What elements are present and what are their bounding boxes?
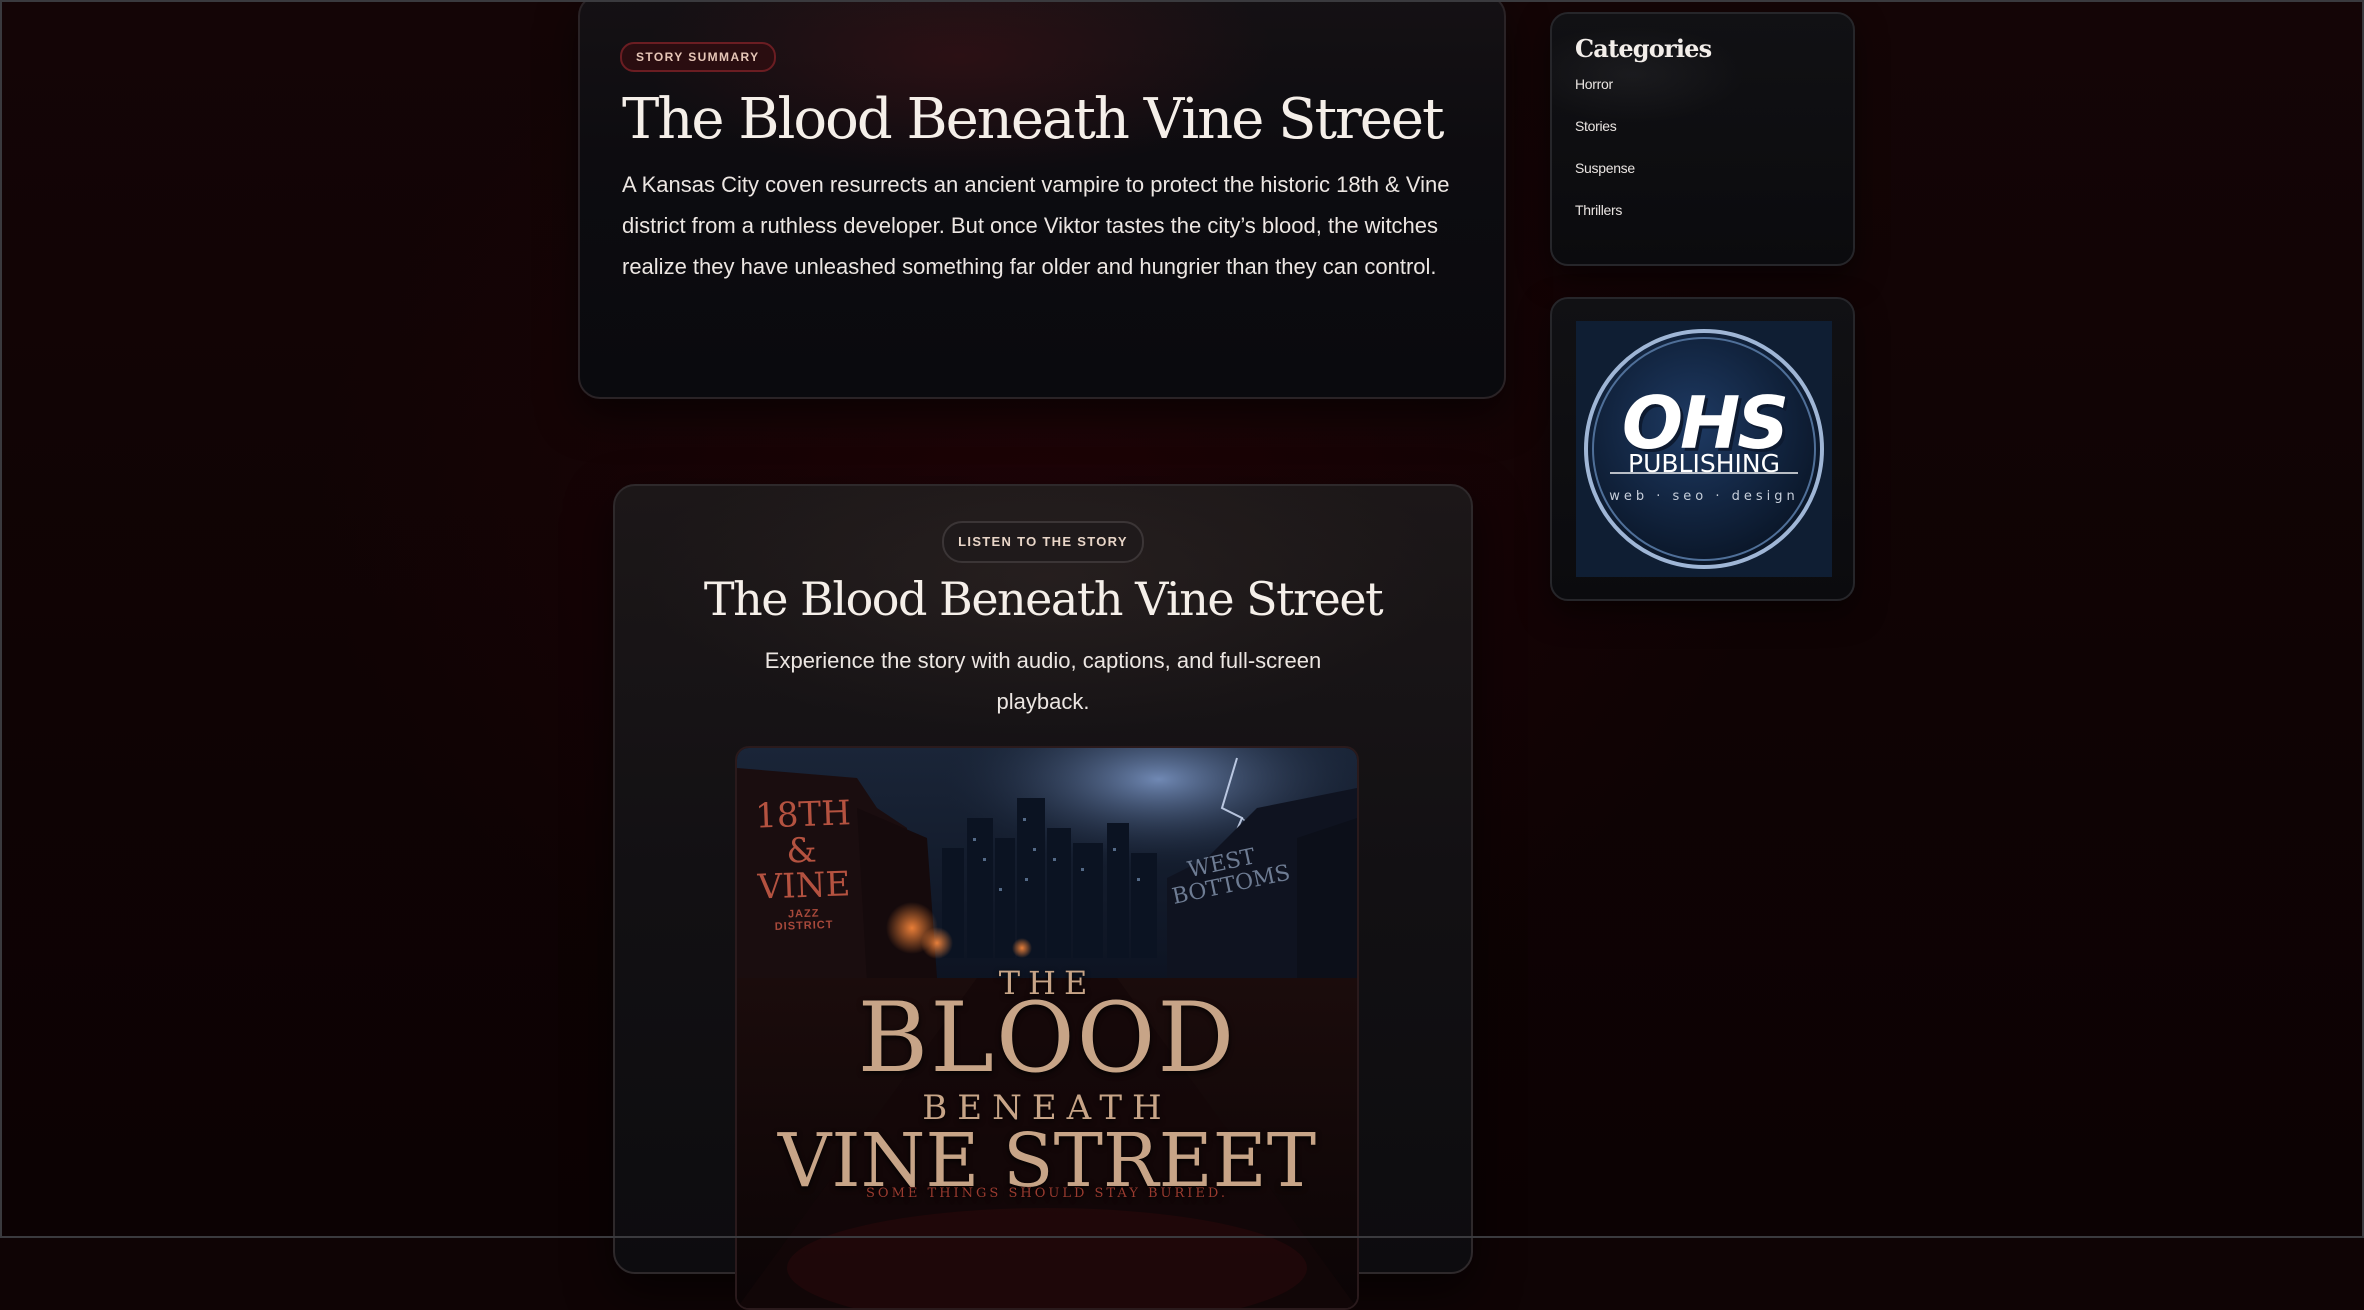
ohs-publishing-logo[interactable]: OHS PUBLISHING web · seo · design <box>1576 321 1832 577</box>
list-item: Horror <box>1575 73 1853 115</box>
logo-tagline-text: web · seo · design <box>1609 489 1799 504</box>
cover-title-blood: BLOOD <box>857 982 1237 1094</box>
story-summary-card: STORY SUMMARY The Blood Beneath Vine Str… <box>578 0 1506 399</box>
story-summary-text: A Kansas City coven resurrects an ancien… <box>622 172 1450 280</box>
cover-sign-line: 18TH <box>754 793 852 837</box>
category-link-suspense[interactable]: Suspense <box>1575 160 1635 176</box>
category-link-stories[interactable]: Stories <box>1575 118 1617 134</box>
list-item: Suspense <box>1575 157 1853 199</box>
list-item: Stories <box>1575 115 1853 157</box>
cover-sign-line: VINE <box>757 864 851 908</box>
publisher-logo-widget: OHS PUBLISHING web · seo · design <box>1550 297 1855 601</box>
story-summary-badge: STORY SUMMARY <box>620 42 776 72</box>
categories-list: Horror Stories Suspense Thrillers <box>1575 73 1853 241</box>
listen-title: The Blood Beneath Vine Street <box>703 572 1384 626</box>
cover-sign-18th-vine: 18TH & VINE JAZZ DISTRICT <box>754 793 852 933</box>
cover-tagline: SOME THINGS SHOULD STAY BURIED. <box>866 1186 1228 1201</box>
story-cover-video[interactable]: 18TH & VINE JAZZ DISTRICT WEST BOTTOMS T… <box>735 746 1359 1310</box>
listen-badge: LISTEN TO THE STORY <box>942 521 1144 563</box>
story-title: The Blood Beneath Vine Street <box>622 87 1445 152</box>
cover-sign-line: JAZZ DISTRICT <box>774 907 834 933</box>
listen-subtitle: Experience the story with audio, caption… <box>764 647 1322 714</box>
category-link-horror[interactable]: Horror <box>1575 76 1613 92</box>
category-link-thrillers[interactable]: Thrillers <box>1575 202 1622 218</box>
list-item: Thrillers <box>1575 199 1853 241</box>
categories-title: Categories <box>1575 34 1712 63</box>
logo-name-text: PUBLISHING <box>1628 449 1780 478</box>
listen-story-card: LISTEN TO THE STORY The Blood Beneath Vi… <box>613 484 1473 1310</box>
categories-widget: Categories Horror Stories Suspense Thril… <box>1550 12 1855 266</box>
